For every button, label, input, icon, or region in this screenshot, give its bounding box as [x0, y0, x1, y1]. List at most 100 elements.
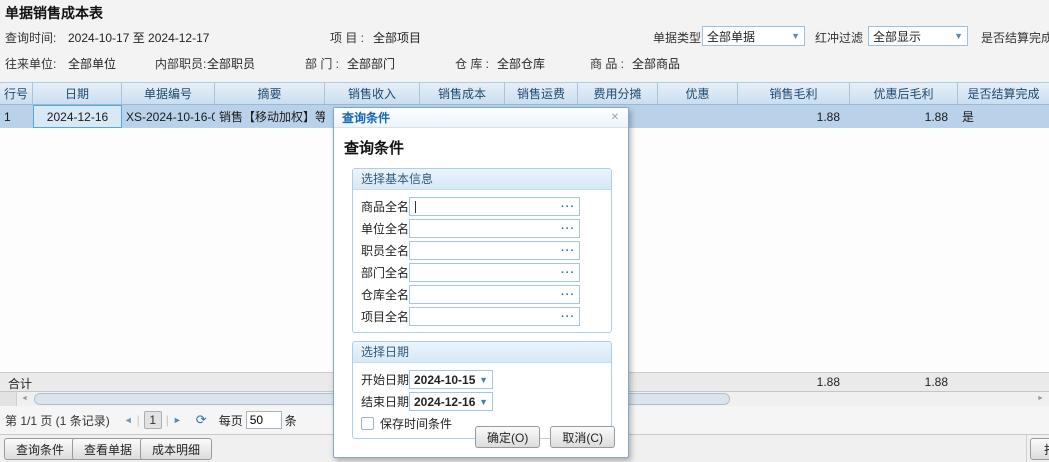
chevron-down-icon: ▼ [479, 375, 488, 385]
scrollbar-corner [0, 392, 17, 406]
per-page-unit: 条 [285, 412, 297, 429]
warehouse-value[interactable]: 全部仓库 [497, 55, 545, 72]
cell-summary[interactable]: 销售【移动加权】等 [215, 105, 325, 128]
dept-name-input[interactable]: ··· [409, 263, 580, 282]
settle-complete-label: 是否结算完成 [981, 29, 1049, 46]
totals-gross-profit: 1.88 [738, 375, 840, 389]
column-header-sales-cost[interactable]: 销售成本 [420, 83, 505, 104]
project-name-input[interactable]: ··· [409, 307, 580, 326]
column-header-sales-income[interactable]: 销售收入 [325, 83, 420, 104]
column-header-discount[interactable]: 优惠 [658, 83, 738, 104]
prev-page-icon[interactable]: ◄ [124, 415, 133, 425]
ellipsis-icon[interactable]: ··· [561, 268, 575, 278]
column-header-freight[interactable]: 销售运费 [505, 83, 578, 104]
ellipsis-icon[interactable]: ··· [561, 224, 575, 234]
staff-name-input[interactable]: ··· [409, 241, 580, 260]
cell-discount[interactable] [658, 105, 738, 128]
column-header-summary[interactable]: 摘要 [215, 83, 325, 104]
start-date-label: 开始日期 [361, 371, 409, 388]
warehouse-name-label: 仓库全名 [361, 286, 409, 303]
scroll-left-icon[interactable]: ◄ [17, 393, 32, 405]
table-header: 行号 日期 单据编号 摘要 销售收入 销售成本 销售运费 费用分摊 优惠 销售毛… [0, 82, 1049, 105]
per-page-label: 每页 [219, 412, 243, 429]
start-date-select[interactable]: 2024-10-15 ▼ [409, 370, 493, 389]
current-page-button[interactable]: 1 [144, 411, 162, 429]
staff-name-label: 职员全名 [361, 242, 409, 259]
staff-value[interactable]: 全部职员 [207, 55, 255, 72]
cell-doc-no[interactable]: XS-2024-10-16-01 [122, 105, 215, 128]
project-value[interactable]: 全部项目 [373, 29, 421, 46]
doc-type-label: 单据类型 [653, 29, 701, 46]
red-filter-label: 红冲过滤 [815, 29, 863, 46]
cancel-button[interactable]: 取消(C) [550, 426, 615, 448]
goods-value[interactable]: 全部商品 [632, 55, 680, 72]
warehouse-name-input[interactable]: ··· [409, 285, 580, 304]
chevron-down-icon: ▼ [791, 31, 800, 41]
dialog-titlebar[interactable]: 查询条件 ✕ [334, 108, 628, 128]
ellipsis-icon[interactable]: ··· [561, 202, 575, 212]
staff-label: 内部职员: [155, 55, 206, 72]
red-filter-selected: 全部显示 [873, 28, 951, 45]
ellipsis-icon[interactable]: ··· [561, 290, 575, 300]
save-time-checkbox-label: 保存时间条件 [380, 415, 452, 432]
query-conditions-button[interactable]: 查询条件 [4, 438, 76, 460]
cell-row-no[interactable]: 1 [0, 105, 33, 128]
cost-detail-button[interactable]: 成本明细 [140, 438, 212, 460]
cell-settled[interactable]: 是 [958, 105, 1049, 128]
dialog-heading: 查询条件 [344, 137, 628, 158]
ellipsis-icon[interactable]: ··· [561, 312, 575, 322]
save-time-checkbox[interactable] [361, 417, 374, 430]
column-header-gross-profit[interactable]: 销售毛利 [738, 83, 850, 104]
dept-value[interactable]: 全部部门 [347, 55, 395, 72]
end-date-value: 2024-12-16 [414, 395, 476, 409]
cell-date[interactable]: 2024-12-16 [33, 105, 122, 128]
basic-info-group-title: 选择基本信息 [353, 169, 611, 190]
column-header-row-no[interactable]: 行号 [0, 83, 33, 104]
start-date-value: 2024-10-15 [414, 373, 476, 387]
view-document-button[interactable]: 查看单据 [72, 438, 144, 460]
query-time-value[interactable]: 2024-10-17 至 2024-12-17 [68, 29, 209, 46]
chevron-down-icon: ▼ [954, 31, 963, 41]
totals-after-discount: 1.88 [850, 375, 948, 389]
footer-divider [1026, 435, 1027, 462]
column-header-fee-share[interactable]: 费用分摊 [578, 83, 658, 104]
unit-name-label: 单位全名 [361, 220, 409, 237]
partner-value[interactable]: 全部单位 [68, 55, 116, 72]
doc-type-select[interactable]: 全部单据 ▼ [702, 26, 805, 46]
pager-separator: | [137, 413, 140, 427]
ok-button[interactable]: 确定(O) [475, 426, 540, 448]
refresh-icon[interactable]: ⟳ [196, 412, 207, 428]
product-name-label: 商品全名 [361, 198, 409, 215]
project-name-label: 项目全名 [361, 308, 409, 325]
next-page-icon[interactable]: ► [173, 415, 182, 425]
end-date-label: 结束日期 [361, 393, 409, 410]
app-window: 单据销售成本表 查询时间: 2024-10-17 至 2024-12-17 项 … [0, 0, 1049, 462]
doc-type-selected: 全部单据 [707, 28, 788, 45]
column-header-settled[interactable]: 是否结算完成 [958, 83, 1049, 104]
date-group-title: 选择日期 [353, 342, 611, 363]
unit-name-input[interactable]: ··· [409, 219, 580, 238]
close-icon[interactable]: ✕ [608, 112, 622, 123]
project-label: 项 目 : [330, 29, 364, 46]
totals-label: 合计 [8, 375, 32, 392]
column-header-date[interactable]: 日期 [33, 83, 122, 104]
dialog-title: 查询条件 [342, 109, 608, 126]
partner-label: 往来单位: [5, 55, 56, 72]
cell-gross-profit[interactable]: 1.88 [738, 105, 850, 128]
pager-separator: | [166, 413, 169, 427]
end-date-select[interactable]: 2024-12-16 ▼ [409, 392, 493, 411]
per-page-input[interactable] [246, 411, 282, 429]
page-title: 单据销售成本表 [5, 3, 103, 23]
column-header-doc-no[interactable]: 单据编号 [122, 83, 215, 104]
product-name-input[interactable]: ··· [409, 197, 580, 216]
goods-label: 商 品 : [590, 55, 624, 72]
ellipsis-icon[interactable]: ··· [561, 246, 575, 256]
scroll-right-icon[interactable]: ► [1033, 393, 1048, 405]
date-group: 选择日期 开始日期 2024-10-15 ▼ 结束日期 2024-12-16 ▼ [352, 341, 612, 439]
cell-after-discount[interactable]: 1.88 [850, 105, 958, 128]
red-filter-select[interactable]: 全部显示 ▼ [868, 26, 968, 46]
column-header-after-discount[interactable]: 优惠后毛利 [850, 83, 958, 104]
print-button[interactable]: 打印 [1030, 438, 1049, 460]
dept-label: 部 门 : [305, 55, 339, 72]
query-time-label: 查询时间: [5, 29, 56, 46]
